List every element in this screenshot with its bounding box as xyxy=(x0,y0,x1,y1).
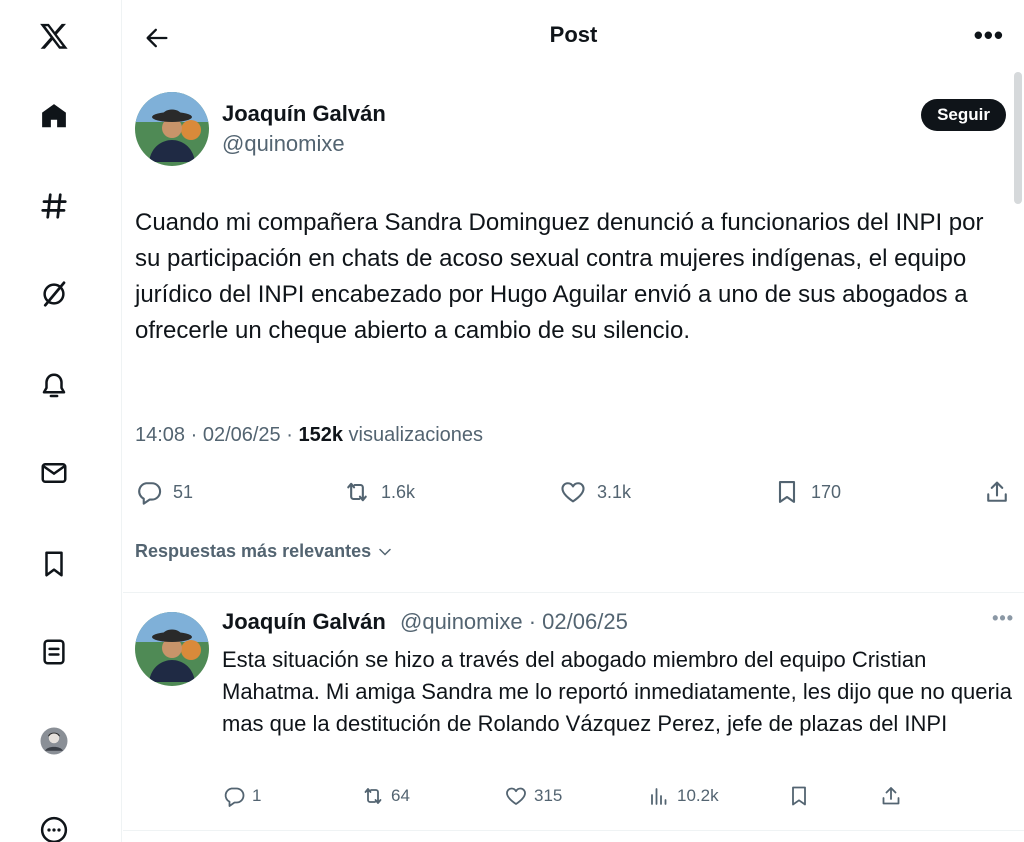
reply-like-button[interactable]: 315 xyxy=(504,784,562,808)
sort-replies-label: Respuestas más relevantes xyxy=(135,541,372,561)
share-button[interactable] xyxy=(983,478,1011,506)
lists-icon[interactable] xyxy=(34,632,74,672)
share-icon xyxy=(882,787,900,805)
reply-author-avatar[interactable] xyxy=(135,612,209,686)
repost-icon xyxy=(347,482,367,502)
reply-like-count: 315 xyxy=(534,786,563,805)
reply-reply-button[interactable]: 1 xyxy=(222,784,261,808)
messages-icon[interactable] xyxy=(34,453,74,493)
reply-more-icon[interactable]: ••• xyxy=(992,608,1014,629)
author-avatar[interactable] xyxy=(135,92,209,166)
divider xyxy=(123,830,1024,831)
views-label: visualizaciones xyxy=(342,424,484,446)
reply-button[interactable]: 51 xyxy=(135,478,193,506)
repost-icon xyxy=(364,788,382,804)
bookmark-icon xyxy=(778,481,796,503)
left-navigation xyxy=(0,0,122,842)
chevron-down-icon xyxy=(379,548,391,556)
scrollbar[interactable] xyxy=(1012,72,1024,212)
like-button[interactable]: 3.1k xyxy=(559,478,631,506)
views-count: 152k xyxy=(298,424,343,446)
reply-share-button[interactable] xyxy=(879,784,903,808)
reply-text: Esta situación se hizo a través del abog… xyxy=(222,647,1012,736)
bookmarks-icon[interactable] xyxy=(34,544,74,584)
reply-reply-count: 1 xyxy=(252,786,262,805)
x-logo-icon[interactable] xyxy=(34,16,74,56)
views-icon xyxy=(651,788,667,805)
reply-actions: 1 64 315 10.2k xyxy=(123,780,1024,812)
more-icon[interactable]: ••• xyxy=(974,22,1004,48)
reply-repost-count: 64 xyxy=(391,786,410,805)
reply-meta[interactable]: @quinomixe · 02/06/25 xyxy=(400,609,628,635)
reply-views-button[interactable]: 10.2k xyxy=(647,784,719,808)
grok-icon[interactable] xyxy=(34,274,74,314)
heart-icon xyxy=(506,787,526,805)
reply-bookmark-button[interactable] xyxy=(787,784,811,808)
main-column: Post ••• Joaquín Galván @quinomixe Segui… xyxy=(123,0,1024,842)
author-name[interactable]: Joaquín Galván xyxy=(222,101,386,127)
sort-replies-dropdown[interactable]: Respuestas más relevantes xyxy=(135,541,395,562)
home-icon[interactable] xyxy=(34,96,74,136)
heart-icon xyxy=(561,482,585,503)
reply-views-count: 10.2k xyxy=(677,786,719,805)
reply-icon xyxy=(138,482,162,505)
follow-button[interactable]: Seguir xyxy=(921,99,1006,131)
reply-repost-button[interactable]: 64 xyxy=(361,784,410,808)
like-count: 3.1k xyxy=(597,481,632,502)
bookmark-icon xyxy=(792,786,806,806)
reply-author-name[interactable]: Joaquín Galván xyxy=(222,609,386,635)
explore-icon[interactable] xyxy=(34,186,74,226)
post-text: Cuando mi compañera Sandra Dominguez den… xyxy=(135,209,984,344)
post-header: Post ••• xyxy=(123,0,1024,72)
repost-button[interactable]: 1.6k xyxy=(343,478,415,506)
more-options-icon[interactable] xyxy=(34,810,74,842)
post-actions: 51 1.6k 3.1k 170 xyxy=(123,474,1024,510)
share-icon xyxy=(987,481,1007,502)
post-timestamp[interactable]: 14:08 · 02/06/25 · xyxy=(135,424,298,446)
post-meta: 14:08 · 02/06/25 · 152k visualizaciones xyxy=(135,424,483,447)
bookmark-button[interactable]: 170 xyxy=(773,478,841,506)
bookmark-count: 170 xyxy=(811,481,842,502)
page-title: Post xyxy=(549,22,598,47)
divider xyxy=(123,592,1024,593)
profile-avatar[interactable] xyxy=(34,721,74,761)
reply-count: 51 xyxy=(173,481,194,502)
notifications-icon[interactable] xyxy=(34,366,74,406)
reply-icon xyxy=(224,787,245,807)
repost-count: 1.6k xyxy=(381,481,416,502)
author-handle[interactable]: @quinomixe xyxy=(222,131,345,157)
